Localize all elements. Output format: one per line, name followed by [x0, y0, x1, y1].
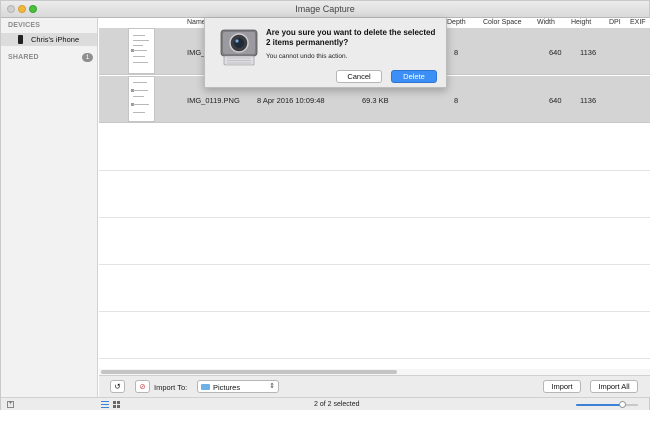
column-header-name[interactable]: Name: [187, 19, 206, 26]
device-name: Chris's iPhone: [31, 35, 80, 44]
title-bar: Image Capture: [1, 1, 649, 18]
cancel-button[interactable]: Cancel: [336, 70, 382, 83]
iphone-icon: [18, 35, 23, 44]
thumbnail-size-slider[interactable]: [576, 401, 638, 408]
import-button[interactable]: Import: [543, 380, 581, 393]
select-arrows-icon: ⇕: [269, 383, 275, 390]
shared-count-badge: 1: [82, 53, 93, 62]
shared-heading: SHARED: [8, 54, 39, 61]
rotate-left-button[interactable]: ↺: [110, 380, 125, 393]
row-date: 8 Apr 2016 10:09:48: [257, 96, 325, 105]
confirm-delete-button[interactable]: Delete: [391, 70, 437, 83]
empty-row-divider: [99, 358, 650, 359]
bottom-toolbar: ↺ ⊘ Import To: Pictures ⇕ Import Import …: [99, 375, 650, 397]
column-header-depth[interactable]: Depth: [447, 19, 466, 26]
devices-heading: DEVICES: [8, 22, 41, 29]
image-capture-app-icon: [220, 29, 258, 66]
row-height: 1136: [580, 48, 597, 57]
empty-row-divider: [99, 311, 650, 312]
delete-icon: ⊘: [139, 382, 146, 391]
column-header-width[interactable]: Width: [537, 19, 555, 26]
scrollbar-thumb[interactable]: [101, 370, 397, 374]
row-width: 640: [549, 96, 562, 105]
slider-knob[interactable]: [619, 401, 627, 408]
delete-button[interactable]: ⊘: [135, 380, 150, 393]
destination-select[interactable]: Pictures ⇕: [197, 380, 279, 393]
icon-view-icon[interactable]: [113, 401, 120, 408]
image-thumbnail: [128, 76, 155, 122]
image-capture-window: Image Capture DEVICES Chris's iPhone SHA…: [0, 0, 650, 410]
folder-icon: [201, 384, 210, 390]
column-header-dpi[interactable]: DPI: [609, 19, 621, 26]
destination-value: Pictures: [213, 383, 241, 392]
slider-fill: [576, 404, 624, 406]
delete-confirmation-dialog: Are you sure you want to delete the sele…: [204, 18, 447, 88]
window-title: Image Capture: [295, 4, 355, 14]
dialog-title: Are you sure you want to delete the sele…: [266, 28, 436, 47]
add-share-icon[interactable]: +: [7, 401, 14, 408]
image-thumbnail: [128, 28, 155, 74]
rotate-left-icon: ↺: [114, 382, 121, 391]
row-height: 1136: [580, 96, 597, 105]
column-header-color-space[interactable]: Color Space: [483, 19, 522, 26]
row-depth: 8: [454, 96, 459, 105]
row-width: 640: [549, 48, 562, 57]
row-size: 69.3 KB: [362, 96, 389, 105]
row-name: IMG_0119.PNG: [187, 96, 240, 105]
row-depth: 8: [454, 48, 459, 57]
list-view-icon[interactable]: [101, 401, 109, 408]
dialog-message: You cannot undo this action.: [266, 53, 348, 60]
import-all-button[interactable]: Import All: [590, 380, 638, 393]
empty-row-divider: [99, 217, 650, 218]
empty-row-divider: [99, 170, 650, 171]
column-header-height[interactable]: Height: [571, 19, 591, 26]
status-bar: + 2 of 2 selected: [1, 397, 649, 410]
selection-count: 2 of 2 selected: [314, 401, 360, 408]
sidebar: DEVICES Chris's iPhone SHARED 1: [1, 18, 98, 397]
column-header-exif[interactable]: EXIF: [630, 19, 646, 26]
row-name: IMG_: [187, 48, 206, 57]
import-to-label: Import To:: [154, 383, 188, 392]
empty-row-divider: [99, 264, 650, 265]
sidebar-item-device[interactable]: Chris's iPhone: [1, 33, 97, 46]
